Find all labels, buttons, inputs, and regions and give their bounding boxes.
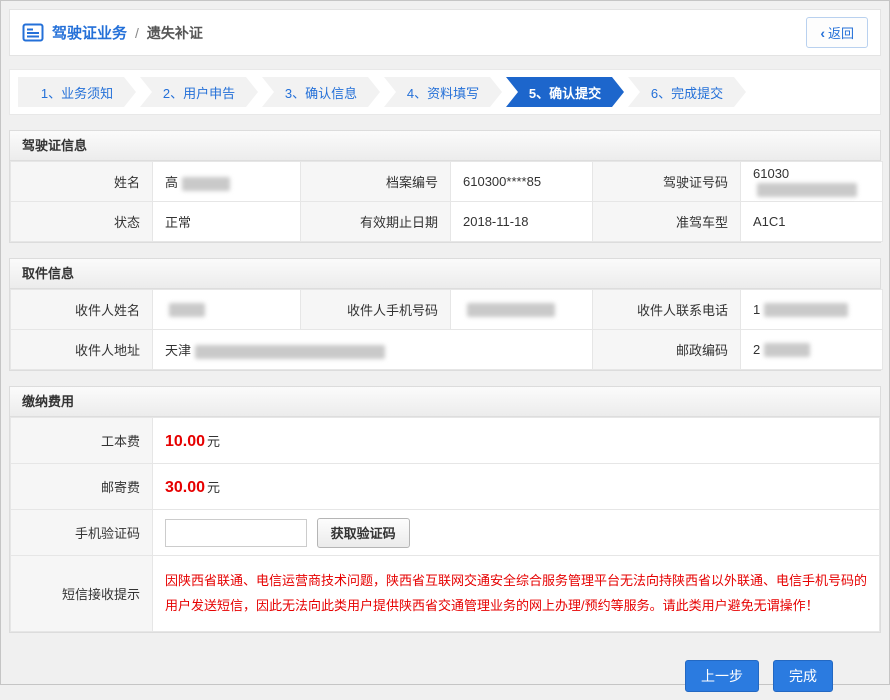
sms-warning-text: 因陕西省联通、电信运营商技术问题，陕西省互联网交通安全综合服务管理平台无法向持陕…: [165, 556, 867, 631]
field-label-vehicle-class: 准驾车型: [593, 202, 741, 242]
field-value-recipient-phone: 1: [741, 290, 883, 330]
pickup-info-table: 收件人姓名 收件人手机号码 收件人联系电话 1 收件人地址 天津 邮政编码 2: [10, 289, 883, 370]
field-label-recipient-address: 收件人地址: [11, 330, 153, 370]
finish-button[interactable]: 完成: [773, 660, 833, 692]
redacted-text: [757, 183, 857, 197]
field-label-recipient-name: 收件人姓名: [11, 290, 153, 330]
field-label-valid-until: 有效期止日期: [301, 202, 451, 242]
back-arrow-icon: ‹: [820, 26, 825, 40]
field-value-recipient-mobile: [451, 290, 593, 330]
license-info-table: 姓名 高 档案编号 610300****85 驾驶证号码 61030 状态 正常…: [10, 161, 883, 242]
table-row: 手机验证码 获取验证码: [11, 510, 880, 556]
footer-actions: 上一步 完成: [9, 648, 881, 692]
step-1-business-notice[interactable]: 1、业务须知: [18, 77, 136, 107]
field-label-name: 姓名: [11, 162, 153, 202]
redacted-text: [467, 303, 555, 317]
section-fees: 缴纳费用 工本费 10.00元 邮寄费 30.00元 手机验证码: [9, 386, 881, 633]
field-label-postage-fee: 邮寄费: [11, 464, 153, 510]
field-value-work-fee: 10.00元: [153, 418, 880, 464]
page: 驾驶证业务 / 遗失补证 ‹ 返回 1、业务须知 2、用户申告 3、确认信息 4…: [1, 1, 889, 700]
field-value-file-number: 610300****85: [451, 162, 593, 202]
step-4-fill-materials[interactable]: 4、资料填写: [384, 77, 502, 107]
field-label-sms-code: 手机验证码: [11, 510, 153, 556]
license-business-icon: [22, 23, 44, 42]
breadcrumb: 驾驶证业务 / 遗失补证: [22, 22, 203, 43]
breadcrumb-current: 遗失补证: [147, 23, 203, 43]
step-6-complete-submit[interactable]: 6、完成提交: [628, 77, 746, 107]
redacted-text: [195, 345, 385, 359]
previous-step-button[interactable]: 上一步: [685, 660, 759, 692]
get-sms-code-button[interactable]: 获取验证码: [317, 518, 410, 548]
table-row: 收件人地址 天津 邮政编码 2: [11, 330, 883, 370]
table-row: 工本费 10.00元: [11, 418, 880, 464]
field-sms-code: 获取验证码: [153, 510, 880, 556]
step-5-confirm-submit[interactable]: 5、确认提交: [506, 77, 624, 107]
work-fee-unit: 元: [207, 434, 220, 449]
postage-fee-unit: 元: [207, 480, 220, 495]
field-value-vehicle-class: A1C1: [741, 202, 883, 242]
steps-bar: 1、业务须知 2、用户申告 3、确认信息 4、资料填写 5、确认提交 6、完成提…: [9, 69, 881, 115]
table-row: 邮寄费 30.00元: [11, 464, 880, 510]
field-label-work-fee: 工本费: [11, 418, 153, 464]
field-label-postal-code: 邮政编码: [593, 330, 741, 370]
field-label-sms-notice: 短信接收提示: [11, 556, 153, 632]
field-label-status: 状态: [11, 202, 153, 242]
page-title: 驾驶证业务: [52, 22, 127, 43]
field-value-postal-code: 2: [741, 330, 883, 370]
field-value-name: 高: [153, 162, 301, 202]
redacted-text: [169, 303, 205, 317]
fees-table: 工本费 10.00元 邮寄费 30.00元 手机验证码 获取验证码 短信接收提: [10, 417, 880, 632]
field-value-recipient-address: 天津: [153, 330, 593, 370]
section-pickup-info: 取件信息 收件人姓名 收件人手机号码 收件人联系电话 1 收件人地址 天津 邮政…: [9, 258, 881, 371]
back-button[interactable]: ‹ 返回: [806, 17, 868, 48]
work-fee-amount: 10.00: [165, 433, 205, 450]
table-row: 短信接收提示 因陕西省联通、电信运营商技术问题，陕西省互联网交通安全综合服务管理…: [11, 556, 880, 632]
field-value-license-number: 61030: [741, 162, 883, 202]
field-label-recipient-phone: 收件人联系电话: [593, 290, 741, 330]
postage-fee-amount: 30.00: [165, 479, 205, 496]
step-2-user-declaration[interactable]: 2、用户申告: [140, 77, 258, 107]
top-header: 驾驶证业务 / 遗失补证 ‹ 返回: [9, 9, 881, 56]
sms-code-input[interactable]: [165, 519, 307, 547]
field-value-postage-fee: 30.00元: [153, 464, 880, 510]
field-sms-notice: 因陕西省联通、电信运营商技术问题，陕西省互联网交通安全综合服务管理平台无法向持陕…: [153, 556, 880, 632]
field-value-recipient-name: [153, 290, 301, 330]
field-value-valid-until: 2018-11-18: [451, 202, 593, 242]
field-label-file-number: 档案编号: [301, 162, 451, 202]
redacted-text: [764, 343, 810, 357]
redacted-text: [764, 303, 848, 317]
back-button-label: 返回: [828, 23, 854, 42]
step-3-confirm-info[interactable]: 3、确认信息: [262, 77, 380, 107]
table-row: 收件人姓名 收件人手机号码 收件人联系电话 1: [11, 290, 883, 330]
field-value-status: 正常: [153, 202, 301, 242]
section-title-pickup: 取件信息: [10, 259, 880, 289]
field-label-license-number: 驾驶证号码: [593, 162, 741, 202]
section-title-license: 驾驶证信息: [10, 131, 880, 161]
section-license-info: 驾驶证信息 姓名 高 档案编号 610300****85 驾驶证号码 61030…: [9, 130, 881, 243]
section-title-fees: 缴纳费用: [10, 387, 880, 417]
table-row: 姓名 高 档案编号 610300****85 驾驶证号码 61030: [11, 162, 883, 202]
field-label-recipient-mobile: 收件人手机号码: [301, 290, 451, 330]
redacted-text: [182, 177, 230, 191]
breadcrumb-separator: /: [135, 25, 139, 41]
table-row: 状态 正常 有效期止日期 2018-11-18 准驾车型 A1C1: [11, 202, 883, 242]
